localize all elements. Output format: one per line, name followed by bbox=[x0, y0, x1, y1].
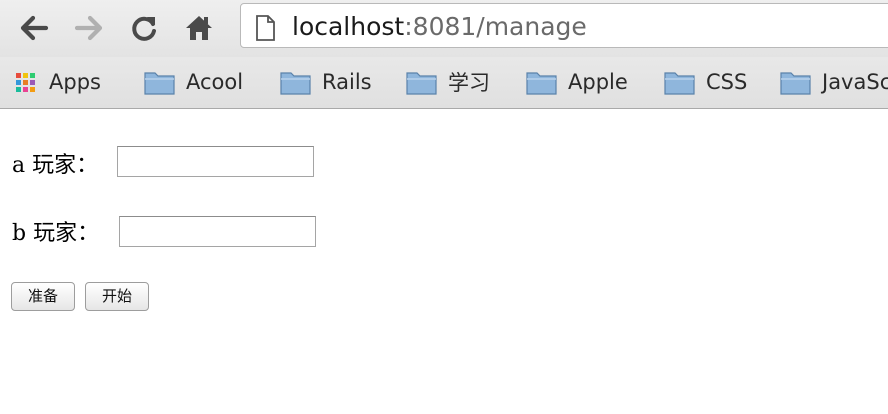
arrow-left-icon bbox=[20, 15, 49, 41]
back-button[interactable] bbox=[16, 10, 52, 46]
ready-button[interactable]: 准备 bbox=[11, 282, 75, 311]
arrow-right-icon bbox=[74, 15, 103, 41]
page-icon bbox=[256, 15, 275, 41]
bookmark-label: 学习 bbox=[448, 71, 490, 95]
player-b-input[interactable] bbox=[119, 216, 316, 247]
bookmark-apple[interactable]: Apple bbox=[526, 57, 628, 107]
bookmark-label: Acool bbox=[186, 70, 244, 94]
browser-toolbar: localhost:8081/manage bbox=[0, 0, 888, 57]
player-a-input[interactable] bbox=[117, 146, 314, 177]
folder-icon bbox=[526, 71, 557, 95]
bookmarks-bar: Apps Acool Rails 学习 Apple CSS JavaSc bbox=[0, 57, 888, 109]
bookmark-label: JavaSc bbox=[822, 70, 888, 94]
bookmark-label: Apple bbox=[568, 70, 628, 94]
folder-icon bbox=[280, 71, 311, 95]
bookmark-apps[interactable]: Apps bbox=[16, 57, 101, 107]
folder-icon bbox=[406, 71, 437, 95]
start-button[interactable]: 开始 bbox=[85, 282, 149, 311]
bookmark-label: Apps bbox=[49, 70, 101, 94]
page-content: a 玩家： b 玩家： 准备 开始 bbox=[0, 109, 888, 414]
address-bar[interactable]: localhost:8081/manage bbox=[240, 3, 888, 48]
url-text: localhost:8081/manage bbox=[292, 12, 587, 42]
bookmark-css[interactable]: CSS bbox=[664, 57, 747, 107]
folder-icon bbox=[780, 71, 811, 95]
url-host: localhost bbox=[292, 12, 405, 41]
bookmark-rails[interactable]: Rails bbox=[280, 57, 372, 107]
home-icon bbox=[186, 16, 212, 40]
bookmark-acool[interactable]: Acool bbox=[144, 57, 243, 107]
bookmark-javascript[interactable]: JavaSc bbox=[780, 57, 888, 107]
url-path: :8081/manage bbox=[404, 12, 587, 41]
player-b-label: b 玩家： bbox=[12, 221, 100, 246]
folder-icon bbox=[664, 71, 695, 95]
reload-button[interactable] bbox=[126, 10, 162, 46]
player-a-label: a 玩家： bbox=[12, 153, 99, 178]
folder-icon bbox=[144, 71, 175, 95]
bookmark-label: CSS bbox=[706, 70, 748, 94]
apps-grid-icon bbox=[16, 72, 35, 92]
reload-icon bbox=[132, 16, 156, 41]
bookmark-label: Rails bbox=[322, 70, 372, 94]
bookmark-study[interactable]: 学习 bbox=[406, 57, 490, 107]
forward-button[interactable] bbox=[71, 10, 107, 46]
home-button[interactable] bbox=[181, 10, 217, 46]
